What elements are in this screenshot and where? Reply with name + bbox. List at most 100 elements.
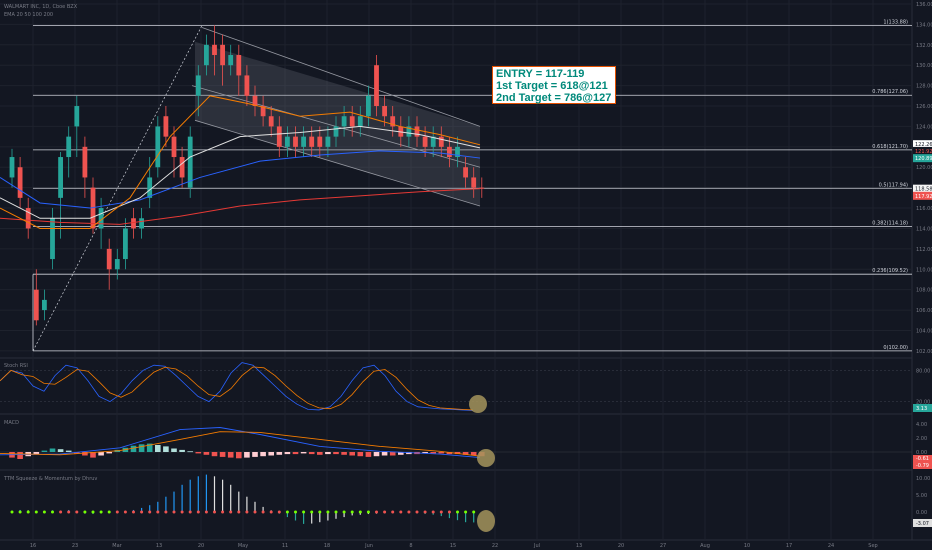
squeeze-dot	[221, 510, 225, 514]
highlight-circle-rsi	[469, 395, 487, 413]
price-tick-label: 120.00	[916, 165, 932, 171]
candle-body	[58, 157, 63, 198]
price-tick-label: 106.00	[916, 308, 932, 314]
fib-level-label: 0.236(109.52)	[872, 268, 908, 274]
time-axis-label: 10	[744, 543, 750, 549]
price-tick-label: 112.00	[916, 247, 932, 253]
price-tick-label: 110.00	[916, 267, 932, 273]
macd-histogram-bar	[41, 450, 48, 452]
price-tick-label: 132.00	[916, 43, 932, 49]
squeeze-dot	[10, 510, 14, 514]
macd-histogram-bar	[438, 452, 445, 454]
squeeze-dot	[375, 510, 378, 514]
squeeze-dot	[180, 510, 184, 514]
squeeze-dot	[431, 510, 435, 514]
macd-histogram-bar	[341, 452, 347, 455]
time-axis-label: Mar	[112, 543, 122, 549]
candle-body	[42, 299, 47, 311]
candle-body	[333, 126, 339, 137]
candle-body	[114, 259, 120, 270]
squeeze-dot	[51, 510, 54, 514]
time-axis-label: 27	[660, 543, 666, 549]
squeeze-dot	[148, 510, 152, 514]
candle-body	[50, 218, 55, 260]
squeeze-dot	[318, 510, 322, 514]
squeeze-dot	[196, 510, 200, 514]
macd-histogram-bar	[219, 452, 226, 457]
candle-body	[463, 167, 468, 178]
candle-body	[438, 136, 444, 147]
candle-body	[9, 157, 15, 178]
time-axis-label: Jul	[533, 543, 540, 549]
fib-level-label: 0.382(114.18)	[872, 221, 908, 227]
candle-body	[471, 177, 477, 188]
squeeze-dot	[140, 510, 144, 514]
trading-chart[interactable]: 136.00134.00132.00130.00128.00126.00124.…	[0, 0, 932, 550]
time-axis-label: Sep	[868, 543, 877, 549]
time-axis-label: 11	[282, 543, 288, 549]
candle-body	[33, 289, 39, 321]
entry-annotation-box[interactable]: ENTRY = 117-119 1st Target = 618@121 2nd…	[492, 66, 616, 104]
squeeze-dot	[334, 510, 338, 514]
squeeze-tick-label: 0.00	[916, 510, 927, 516]
candle-body	[131, 218, 136, 229]
macd-histogram-bar	[244, 452, 250, 458]
macd-badge-label: -0.61	[916, 456, 929, 462]
time-axis-label: 24	[828, 543, 834, 549]
squeeze-dot	[172, 510, 176, 514]
candle-body	[293, 136, 298, 147]
candle-body	[317, 136, 323, 147]
candle-body	[236, 55, 242, 76]
squeeze-dot	[439, 510, 443, 514]
rsi-badge-label: 3.13	[916, 406, 927, 412]
macd-histogram-bar	[276, 452, 283, 455]
macd-histogram-bar	[138, 444, 145, 452]
macd-badge-label: -0.79	[916, 463, 929, 469]
candle-body	[382, 106, 387, 117]
squeeze-dot	[107, 510, 111, 514]
macd-histogram-bar	[365, 452, 372, 457]
price-tick-label: 104.00	[916, 328, 932, 334]
candle-body	[179, 157, 185, 178]
price-tick-label: 134.00	[916, 22, 932, 28]
macd-histogram-bar	[203, 452, 210, 455]
squeeze-dot	[213, 510, 216, 514]
squeeze-dot	[399, 510, 403, 514]
squeeze-dot	[123, 510, 127, 514]
entry-line: ENTRY = 117-119	[496, 68, 585, 80]
time-axis-label: 20	[198, 543, 204, 549]
second-target-line: 2nd Target = 786@127	[496, 92, 612, 104]
squeeze-dot	[383, 510, 387, 514]
macd-histogram-bar	[187, 451, 193, 453]
squeeze-dot	[407, 510, 411, 514]
fib-level-label: 0.786(127.06)	[872, 89, 908, 95]
candle-body	[195, 75, 201, 96]
macd-histogram-bar	[268, 452, 274, 456]
fib-level-label: 0.5(117.94)	[879, 182, 908, 188]
fib-level-label: 0(102.00)	[883, 345, 908, 351]
squeeze-dot	[415, 510, 419, 514]
squeeze-dot	[285, 510, 289, 514]
squeeze-pane-title: TTM Squeeze & Momentum by Dhruv	[4, 476, 98, 482]
candle-body	[301, 136, 306, 147]
squeeze-dot	[26, 510, 30, 514]
ema-legend: EMA 20 50 100 200	[4, 12, 54, 18]
squeeze-dot	[310, 510, 314, 514]
macd-histogram-bar	[252, 452, 258, 457]
candle-body	[155, 126, 161, 168]
price-tick-label: 102.00	[916, 349, 932, 355]
macd-histogram-bar	[171, 448, 177, 452]
macd-histogram-bar	[389, 452, 396, 456]
candle-body	[374, 65, 379, 107]
candle-body	[66, 136, 72, 158]
squeeze-dot	[253, 510, 257, 514]
price-tick-label: 124.00	[916, 124, 932, 130]
macd-histogram-bar	[49, 448, 56, 452]
squeeze-dot	[164, 510, 168, 514]
fib-level-label: 0.618(121.70)	[872, 144, 908, 150]
price-tick-label: 130.00	[916, 63, 932, 69]
candle-body	[309, 136, 315, 147]
macd-histogram-bar	[373, 452, 380, 457]
time-axis-label: Jun	[364, 543, 373, 549]
candle-body	[74, 106, 80, 127]
